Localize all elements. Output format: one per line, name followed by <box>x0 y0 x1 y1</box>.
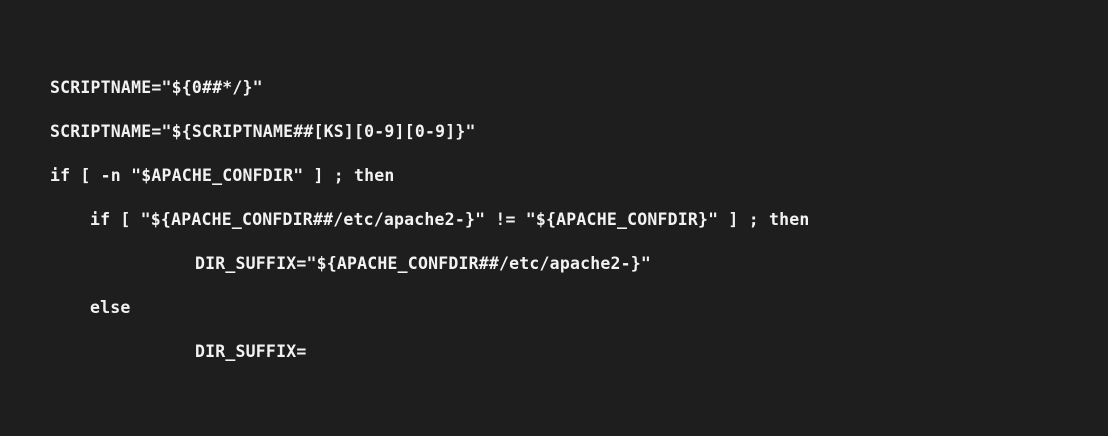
code-line-5: DIR_SUFFIX="${APACHE_CONFDIR##/etc/apach… <box>195 254 652 273</box>
code-block: SCRIPTNAME="${0##*/}" SCRIPTNAME="${SCRI… <box>50 74 810 382</box>
code-line-7: DIR_SUFFIX= <box>195 342 307 361</box>
code-line-2: SCRIPTNAME="${SCRIPTNAME##[KS][0-9][0-9]… <box>50 122 476 141</box>
code-line-3: if [ -n "$APACHE_CONFDIR" ] ; then <box>50 166 395 185</box>
code-screenshot: SCRIPTNAME="${0##*/}" SCRIPTNAME="${SCRI… <box>0 0 1108 436</box>
code-line-6: else <box>90 298 131 317</box>
code-line-4: if [ "${APACHE_CONFDIR##/etc/apache2-}" … <box>90 210 810 229</box>
code-line-1: SCRIPTNAME="${0##*/}" <box>50 78 263 97</box>
